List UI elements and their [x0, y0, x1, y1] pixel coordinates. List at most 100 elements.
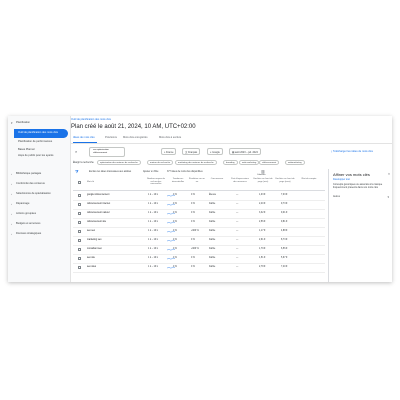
date-range-label: août 2023 – juil. 2024 — [234, 151, 258, 154]
expand-all-link[interactable]: Développer tout — [333, 178, 389, 181]
cell-y: 0 % — [191, 266, 195, 268]
cell-kw: seo sites — [87, 266, 97, 268]
column-header[interactable]: État du compte — [297, 178, 321, 181]
broaden-chip[interactable]: optimisation des moteurs de recherche — [97, 160, 141, 165]
sidebar-item-keyword-planner[interactable]: Outil de planification des mots clés — [14, 129, 68, 138]
broaden-chip[interactable]: web marketing — [239, 160, 260, 165]
row-checkbox[interactable] — [78, 202, 81, 206]
sidebar-section-library[interactable]: Bibliothèque partagée — [16, 172, 41, 175]
tab-forecasts[interactable]: Prévisions — [105, 136, 117, 139]
date-range-chip[interactable]: ▦ août 2023 – juil. 2024 — [229, 148, 261, 155]
cell-high: 7,03 € — [281, 194, 288, 196]
trend-sparkline — [167, 212, 175, 215]
cell-comp: Faible — [209, 221, 216, 223]
cell-comp: Faible — [209, 248, 216, 250]
chevron-right-icon[interactable]: › — [11, 172, 12, 176]
row-checkbox[interactable] — [78, 229, 81, 233]
row-checkbox[interactable] — [78, 238, 81, 242]
cell-kw: référencement site — [87, 221, 107, 223]
keywords-input[interactable]: seo optimisation référencement — [89, 147, 125, 157]
close-icon[interactable]: × — [388, 172, 390, 176]
cell-share: — — [236, 266, 239, 268]
sidebar-item-performance[interactable]: Planification de performances — [18, 140, 68, 143]
cell-low: 1,03 € — [259, 194, 266, 196]
chevron-down-icon[interactable]: ▾ — [11, 121, 13, 125]
cell-vol: 1 k – 10 k — [148, 230, 158, 232]
breadcrumb[interactable]: Outil de planification des mots clés — [71, 118, 111, 121]
tab-keyword-ideas[interactable]: Idées de mots clés — [73, 136, 95, 139]
cell-y: +900 % — [191, 248, 199, 250]
cell-vol: 1 k – 10 k — [148, 203, 158, 205]
chevron-right-icon[interactable]: › — [11, 192, 12, 196]
calendar-icon: ▦ — [232, 151, 235, 154]
broaden-chip[interactable]: branding — [223, 160, 238, 165]
column-header[interactable]: Évolution sur un an — [189, 178, 205, 183]
sidebar-section-budgets[interactable]: Budgets et annonces — [16, 222, 40, 225]
panel-item-others[interactable]: Autres — [333, 195, 389, 198]
sidebar-section-compliance[interactable]: Conformité des contenus — [16, 182, 45, 185]
cell-high: 9,73 € — [281, 203, 288, 205]
trend-sparkline — [167, 239, 175, 242]
cell-vol: 1 k – 10 k — [148, 212, 158, 214]
panel-title: Affiner vos mots clés — [333, 172, 370, 177]
cell-kw: marketing seo — [87, 239, 102, 241]
download-label: Télécharger les idées de mots clés — [332, 150, 373, 153]
sidebar-section-bulk-actions[interactable]: Actions groupées — [16, 212, 36, 215]
page-title: Plan créé le août 21, 2024, 10 AM, UTC+0… — [71, 124, 196, 130]
download-link[interactable]: ⤓ Télécharger les idées de mots clés — [331, 150, 373, 153]
filter-icon[interactable]: ⧩ — [75, 169, 79, 175]
column-header[interactable]: Tendances trimestrielles — [169, 178, 187, 183]
cell-y: 0 % — [191, 194, 195, 196]
cell-comp: Faible — [209, 266, 216, 268]
column-header[interactable]: Part d'impressions des annonces — [229, 178, 251, 183]
sidebar-section-troubleshooting[interactable]: Dépannage — [16, 202, 29, 205]
trend-sparkline — [167, 221, 175, 224]
cell-high: 6,56 € — [281, 248, 288, 250]
cell-y: 0 % — [191, 221, 195, 223]
network-chip[interactable]: ≡ Google — [207, 148, 223, 155]
trend-sparkline — [167, 194, 175, 197]
column-header[interactable]: Nombre moyen de recherches mensuelles — [145, 178, 167, 186]
chevron-right-icon[interactable]: › — [11, 222, 12, 226]
tab-saved-keywords[interactable]: Mots clés enregistrés — [123, 136, 148, 139]
sidebar-section-specialisation[interactable]: Sélectionnés de spécialisation — [16, 192, 51, 195]
chevron-right-icon[interactable]: › — [11, 212, 12, 216]
row-checkbox[interactable] — [78, 265, 81, 269]
language-label: Français — [188, 151, 198, 154]
language-chip[interactable]: 文 Français — [182, 148, 201, 155]
row-checkbox[interactable] — [78, 256, 81, 260]
column-header[interactable]: Concurrence — [207, 178, 227, 181]
sidebar-section-planification[interactable]: Planification — [16, 121, 30, 124]
chevron-right-icon[interactable]: › — [11, 232, 12, 236]
broaden-chip[interactable]: moteur de recherche — [147, 160, 174, 165]
cell-low: 2,78 € — [259, 266, 266, 268]
broaden-search-label: Élargir la recherche — [73, 161, 94, 164]
select-all-checkbox[interactable] — [78, 181, 81, 184]
sidebar-item-audience[interactable]: Hops de public pour les ayants — [18, 154, 68, 157]
sidebar-section-insights[interactable]: Données stratégiques — [16, 232, 41, 235]
add-filter-button[interactable]: Ajouter un filtre — [143, 169, 158, 175]
broaden-chip[interactable]: marketing des moteurs de recherche — [175, 160, 217, 165]
cell-low: 2,61 € — [259, 239, 266, 241]
column-header[interactable]: Enchère en haut de page (min) — [253, 178, 273, 183]
cell-share: — — [236, 194, 239, 196]
broaden-chip[interactable]: référencement — [259, 160, 280, 165]
chevron-right-icon[interactable]: › — [11, 182, 12, 186]
sidebar-item-bases[interactable]: Bases Planner — [18, 148, 68, 151]
column-header[interactable]: Mot clé — [87, 181, 94, 184]
tab-negative-keywords[interactable]: Mots clés à exclure — [159, 136, 181, 139]
chevron-down-icon[interactable]: ▾ — [387, 195, 389, 199]
trend-sparkline — [167, 230, 175, 233]
row-checkbox[interactable] — [78, 193, 81, 197]
location-chip[interactable]: ⌖ France — [161, 148, 177, 155]
broaden-chip[interactable]: webmarketing — [285, 160, 305, 165]
location-label: France — [166, 151, 174, 154]
row-checkbox[interactable] — [78, 211, 81, 215]
cell-comp: Faible — [209, 203, 216, 205]
chevron-right-icon[interactable]: › — [11, 202, 12, 206]
table-row[interactable]: seo sites 1 k – 10 k0 % 0 % Faible —2,78 €7,… — [73, 263, 325, 273]
filter-chip[interactable]: Exclure les idées intéressées aux adulte… — [89, 169, 131, 175]
row-checkbox[interactable] — [78, 247, 81, 251]
row-checkbox[interactable] — [78, 220, 81, 224]
column-header[interactable]: Enchère en haut de page (max) — [275, 178, 295, 183]
